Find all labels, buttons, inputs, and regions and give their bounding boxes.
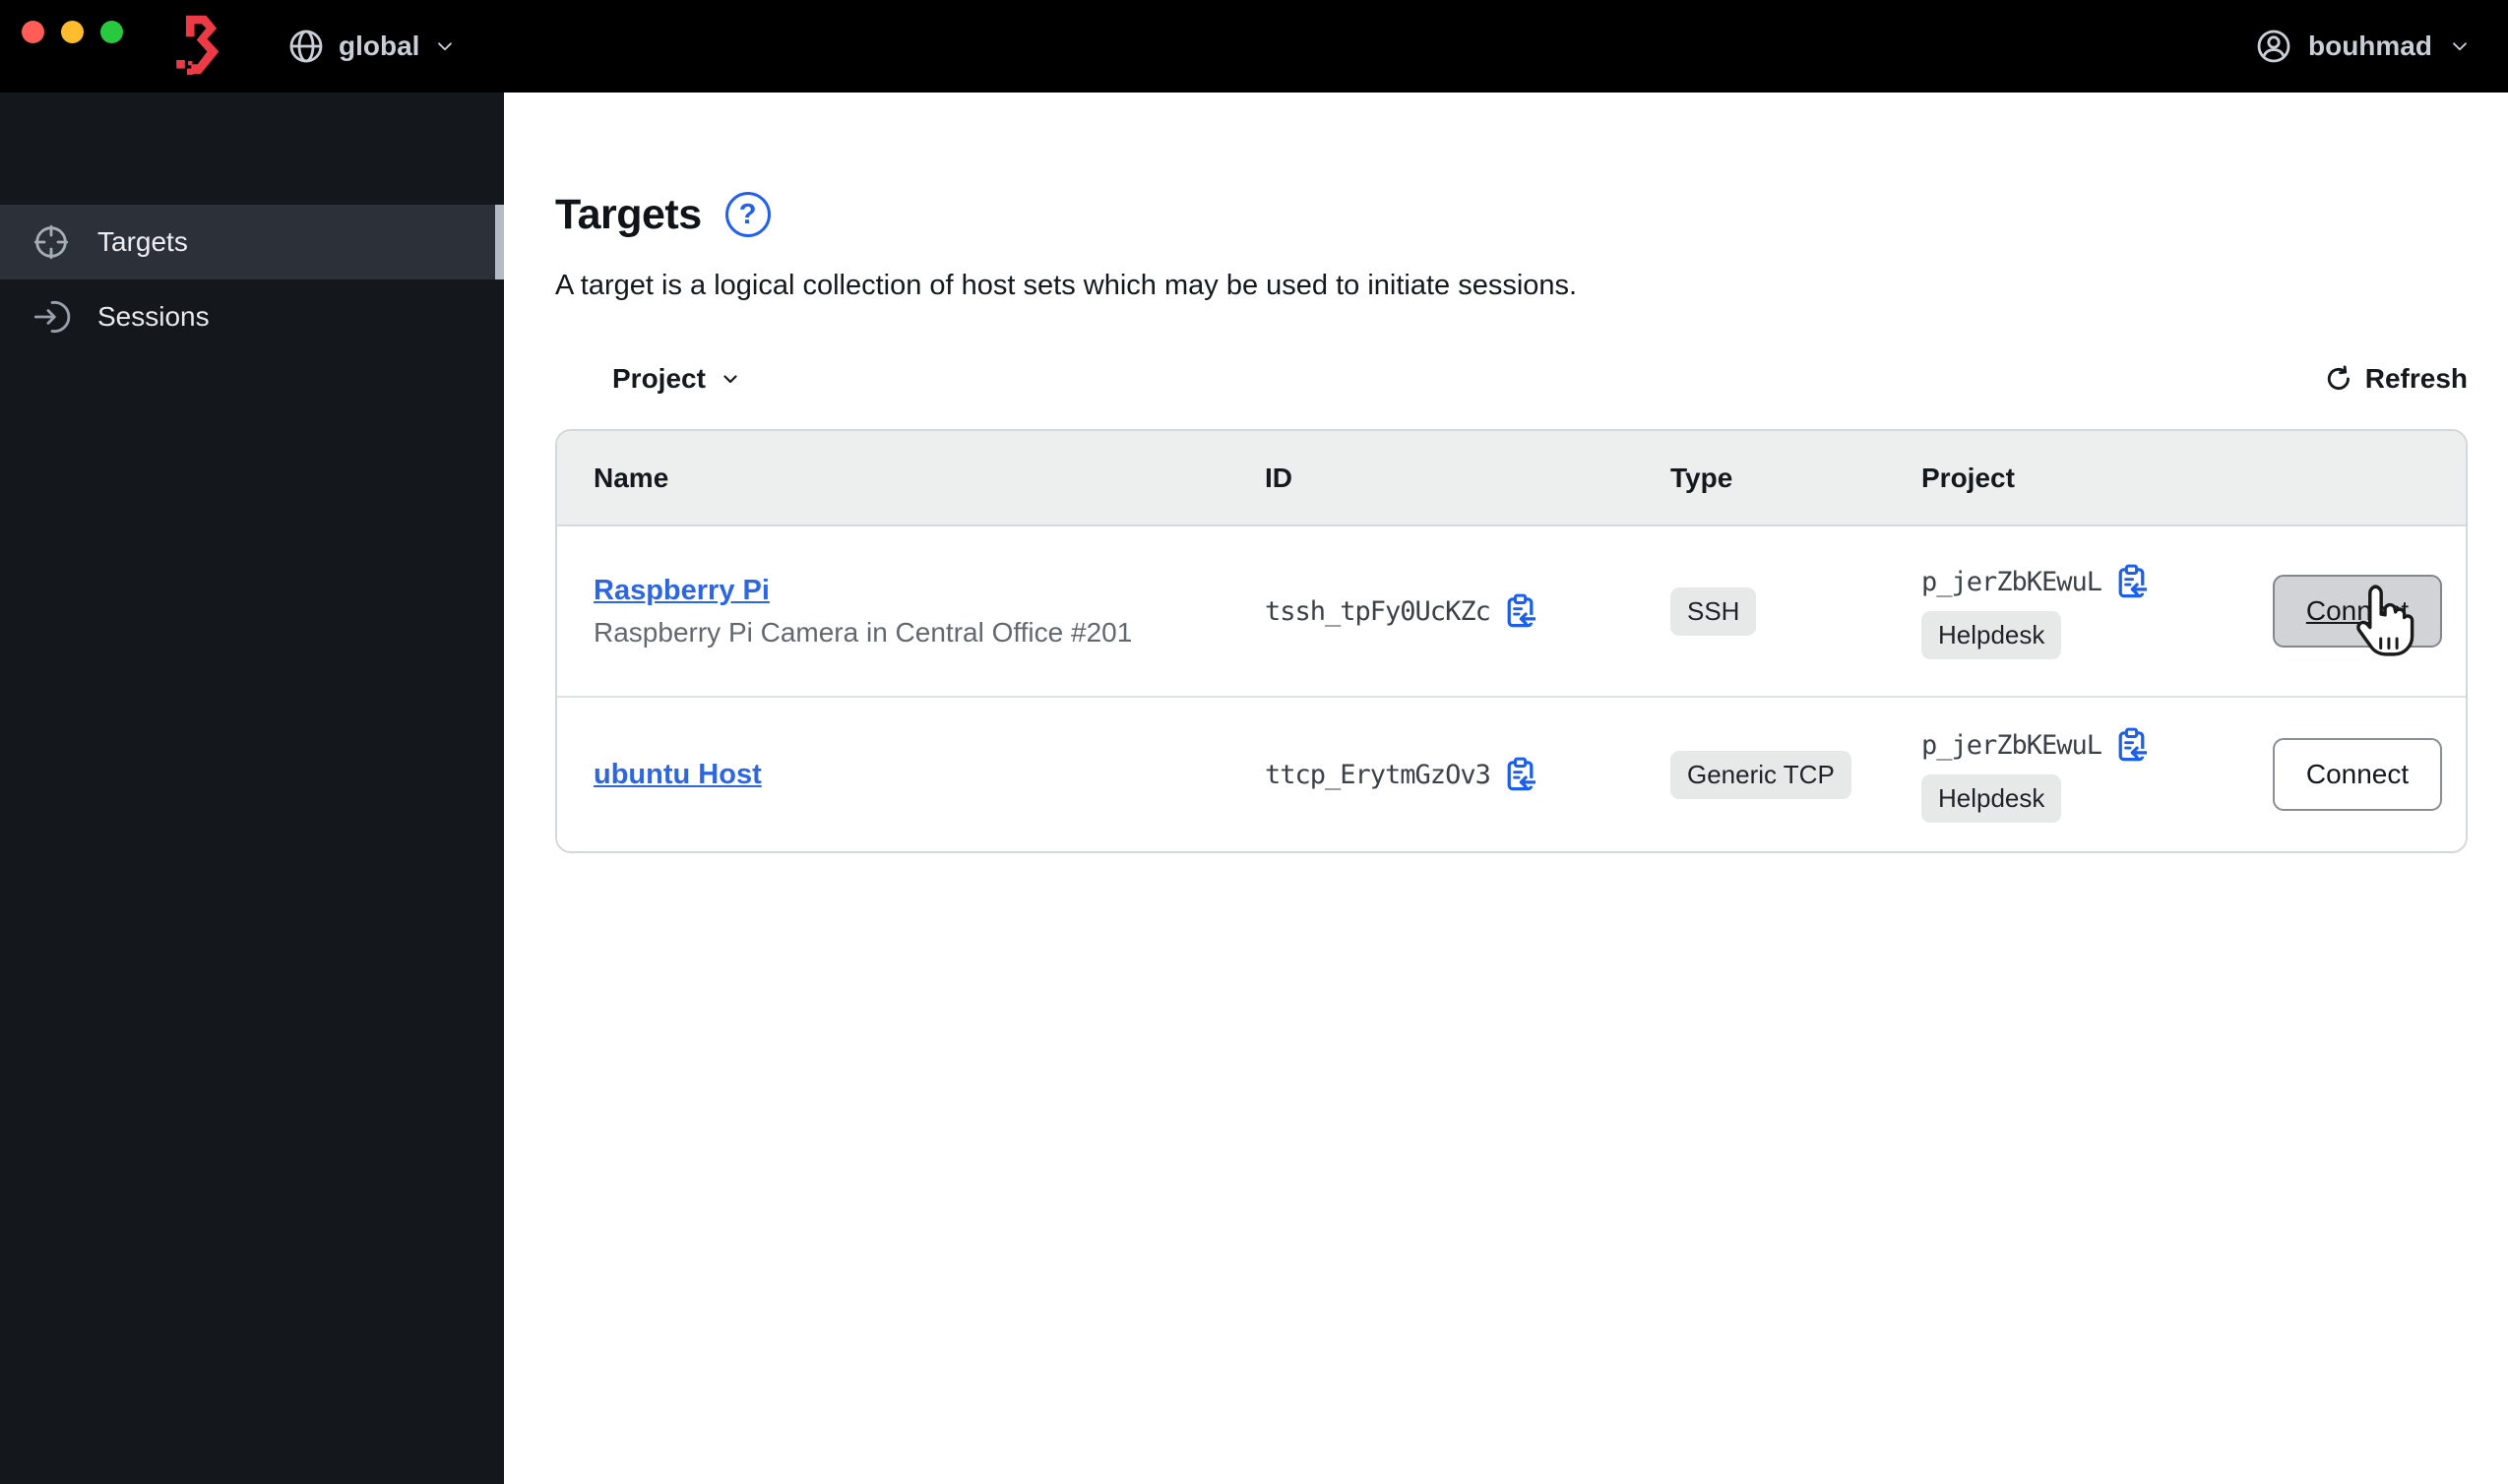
main-content: Targets ? A target is a logical collecti… [504,93,2508,1484]
project-filter-dropdown[interactable]: Project [612,363,742,395]
sessions-icon [33,300,71,334]
sidebar: Targets Sessions [0,93,504,1484]
sidebar-item-label: Sessions [97,301,210,332]
target-id: tssh_tpFy0UcKZc [1265,595,1491,627]
column-header-name: Name [594,462,669,493]
filter-label: Project [612,363,706,394]
project-id: p_jerZbKEwuL [1921,566,2102,597]
chevron-down-icon [723,375,737,384]
type-badge: SSH [1670,587,1757,636]
column-header-id: ID [1265,462,1292,493]
active-indicator [495,205,504,279]
clipboard-copy-icon[interactable] [2116,564,2148,600]
window-controls [22,21,123,43]
minimize-window-button[interactable] [61,21,84,43]
connect-button[interactable]: Connect [2273,575,2442,648]
sidebar-item-sessions[interactable]: Sessions [0,279,504,354]
page-title: Targets [555,190,702,238]
table-row: ubuntu Host ttcp_ErytmGzOv3 Generic TCP [557,698,2466,851]
clipboard-copy-icon[interactable] [1505,593,1536,630]
connect-button[interactable]: Connect [2273,738,2442,811]
close-window-button[interactable] [22,21,44,43]
project-id: p_jerZbKEwuL [1921,729,2102,761]
table-header-row: Name ID Type Project [557,431,2466,526]
target-name-link[interactable]: Raspberry Pi [594,575,770,607]
refresh-icon [2327,365,2350,391]
chevron-down-icon [438,42,453,51]
user-name: bouhmad [2308,31,2432,61]
clipboard-copy-icon[interactable] [1505,757,1536,793]
page-description: A target is a logical collection of host… [555,270,1578,301]
globe-icon [289,30,323,63]
titlebar: global bouhmad [0,0,2508,93]
clipboard-copy-icon[interactable] [2116,727,2148,764]
target-id: ttcp_ErytmGzOv3 [1265,759,1491,790]
sidebar-item-targets[interactable]: Targets [0,205,504,279]
refresh-label: Refresh [2364,363,2468,394]
help-circle-icon[interactable]: ? [724,192,771,237]
boundary-logo [176,15,219,76]
scope-label: global [339,31,420,61]
target-description: Raspberry Pi Camera in Central Office #2… [594,616,1133,648]
project-name-badge: Helpdesk [1921,610,2062,659]
target-icon [33,224,69,260]
target-name-link[interactable]: ubuntu Host [594,759,762,791]
sidebar-item-label: Targets [97,226,188,257]
column-header-project: Project [1921,462,2015,493]
scope-switcher[interactable]: global [286,0,458,93]
user-circle-icon [2257,30,2290,63]
refresh-button[interactable]: Refresh [2324,363,2468,395]
type-badge: Generic TCP [1670,750,1851,799]
targets-table: Name ID Type Project Raspberry Pi Raspbe… [555,429,2468,853]
user-menu[interactable]: bouhmad [2254,0,2473,93]
table-row: Raspberry Pi Raspberry Pi Camera in Cent… [557,526,2466,698]
zoom-window-button[interactable] [100,21,123,43]
table-toolbar: Project Refresh [555,356,2468,402]
project-name-badge: Helpdesk [1921,773,2062,823]
chevron-down-icon [2453,42,2467,51]
column-header-type: Type [1670,462,1733,493]
